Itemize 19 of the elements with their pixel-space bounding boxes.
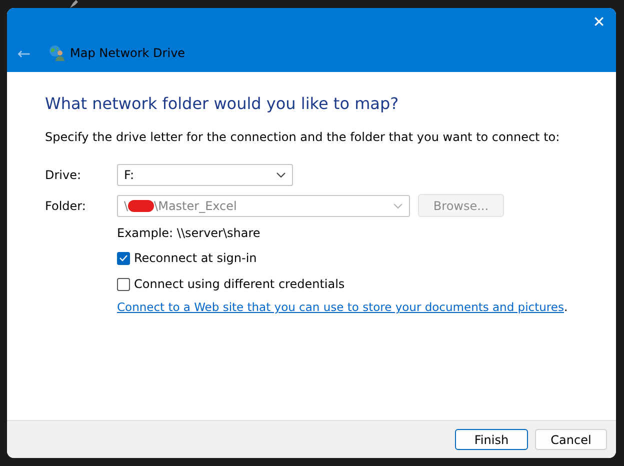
field-label: Folder: bbox=[45, 198, 87, 212]
field-label: Drive: bbox=[45, 168, 82, 182]
instruction-text: Specify the drive letter for the connection and the folder that you want to connect to: bbox=[45, 130, 561, 144]
checkbox[interactable] bbox=[117, 252, 130, 264]
dropdown-field[interactable]: F: bbox=[117, 164, 293, 186]
close-button[interactable]: ✕ bbox=[584, 8, 614, 36]
network-drive-icon bbox=[49, 45, 65, 61]
chevron-down-icon bbox=[393, 202, 403, 208]
dialog-button[interactable]: Finish bbox=[455, 429, 528, 450]
web-site-link[interactable]: Connect to a Web site that you can use to store your documents and pictures bbox=[117, 300, 564, 314]
checkbox-label: Reconnect at sign-in bbox=[134, 251, 257, 265]
chevron-down-icon bbox=[276, 172, 286, 178]
period-text: . bbox=[564, 300, 568, 314]
dialog-button[interactable]: Cancel bbox=[535, 429, 607, 450]
checkbox-label: Connect using different credentials bbox=[134, 277, 345, 291]
window-title: Map Network Drive bbox=[70, 46, 186, 60]
example-text: Example: \\server\share bbox=[117, 226, 262, 240]
page-heading: What network folder would you like to map? bbox=[45, 94, 400, 113]
checkbox[interactable] bbox=[117, 278, 130, 290]
